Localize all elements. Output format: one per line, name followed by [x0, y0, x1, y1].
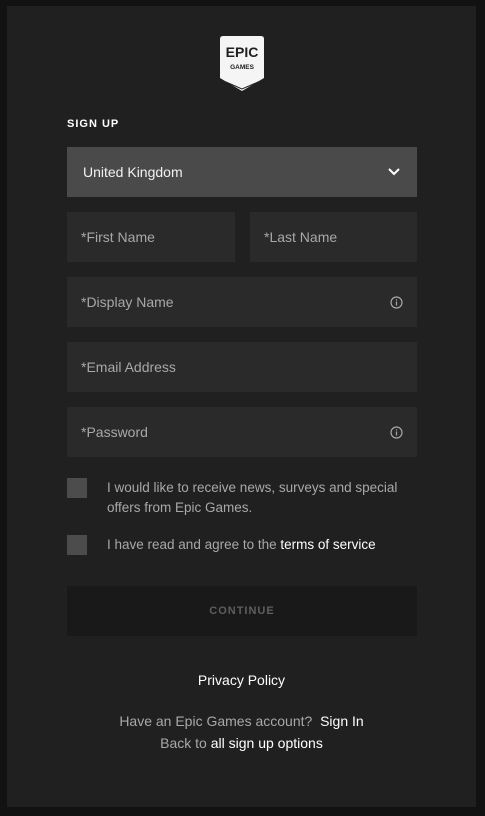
first-name-field: [67, 212, 235, 262]
display-name-input[interactable]: [81, 294, 389, 310]
news-opt-in-label: I would like to receive news, surveys an…: [107, 480, 398, 515]
sign-in-link[interactable]: Sign In: [320, 713, 364, 729]
terms-of-service-link[interactable]: terms of service: [280, 537, 375, 552]
logo-line1: EPIC: [226, 44, 259, 60]
terms-label: I have read and agree to the terms of se…: [107, 535, 376, 555]
chevron-down-icon: [387, 165, 401, 179]
display-name-field: [67, 277, 417, 327]
password-field: [67, 407, 417, 457]
back-prefix-text: Back to: [160, 735, 211, 751]
logo-line2: GAMES: [230, 64, 255, 71]
password-input[interactable]: [81, 424, 389, 440]
epic-games-logo: EPIC GAMES: [220, 36, 264, 91]
terms-checkbox[interactable]: [67, 535, 87, 555]
email-field: [67, 342, 417, 392]
have-account-text: Have an Epic Games account?: [119, 713, 313, 729]
terms-label-prefix: I have read and agree to the: [107, 537, 281, 552]
privacy-policy-link[interactable]: Privacy Policy: [7, 672, 476, 688]
country-select[interactable]: United Kingdom: [67, 147, 417, 197]
signup-title: SIGN UP: [67, 118, 120, 130]
last-name-input[interactable]: [264, 229, 403, 245]
password-info-icon[interactable]: [389, 425, 403, 439]
email-input[interactable]: [81, 359, 403, 375]
sign-in-line: Have an Epic Games account? Sign In: [7, 713, 476, 729]
terms-row: I have read and agree to the terms of se…: [67, 535, 417, 555]
display-name-info-icon[interactable]: [389, 295, 403, 309]
back-line: Back to all sign up options: [7, 735, 476, 751]
continue-button[interactable]: CONTINUE: [67, 586, 417, 636]
last-name-field: [250, 212, 417, 262]
signup-panel: EPIC GAMES SIGN UP United Kingdom I woul…: [7, 6, 476, 807]
news-opt-in-row: I would like to receive news, surveys an…: [67, 478, 417, 518]
first-name-input[interactable]: [81, 229, 221, 245]
news-opt-in-checkbox[interactable]: [67, 478, 87, 498]
all-sign-up-options-link[interactable]: all sign up options: [211, 735, 323, 751]
country-select-value: United Kingdom: [83, 164, 183, 180]
